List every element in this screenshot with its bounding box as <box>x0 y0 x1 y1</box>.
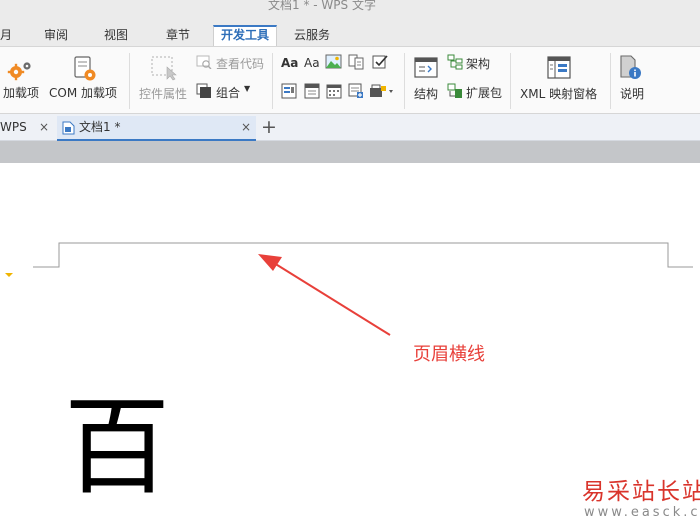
annotation-arrow <box>273 262 391 336</box>
arrow-head-icon <box>258 254 282 271</box>
document-body-text[interactable]: 百 <box>64 393 170 503</box>
watermark-site-name: 易采站长站 <box>582 479 700 505</box>
watermark-url: www.easck.com <box>584 505 700 520</box>
header-line[interactable] <box>33 242 693 268</box>
paragraph-marker-icon <box>5 273 13 277</box>
annotation-label: 页眉横线 <box>413 344 485 365</box>
